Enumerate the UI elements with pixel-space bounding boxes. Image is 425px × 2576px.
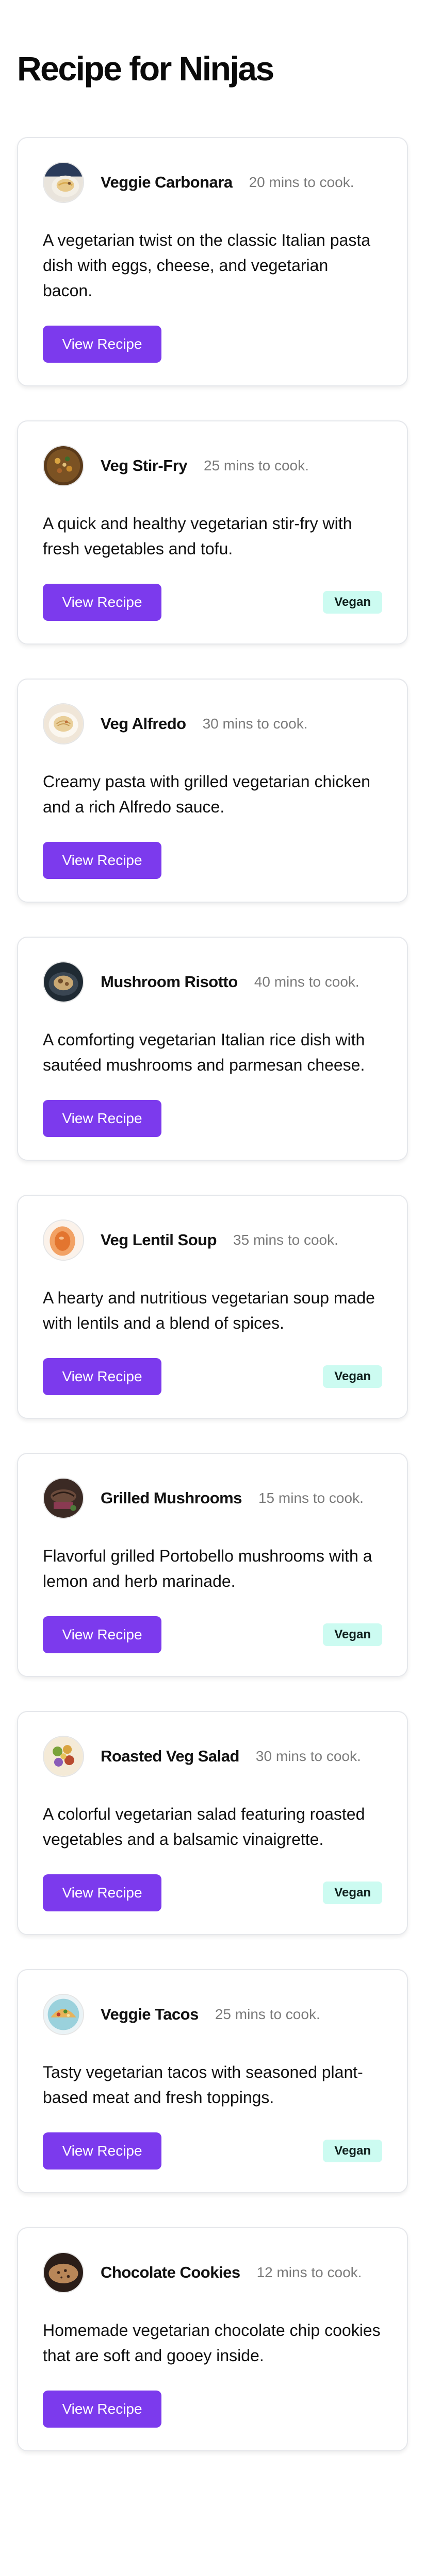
cook-time: 25 mins to cook. bbox=[215, 2006, 320, 2022]
recipe-card-footer: View Recipe bbox=[43, 1100, 382, 1137]
recipe-thumbnail bbox=[43, 162, 84, 203]
recipe-name: Grilled Mushrooms bbox=[101, 1489, 242, 1507]
vegan-badge: Vegan bbox=[323, 1882, 382, 1904]
recipe-card-footer: View Recipe Vegan bbox=[43, 1874, 382, 1911]
recipe-name: Veg Stir-Fry bbox=[101, 456, 188, 474]
vegan-badge: Vegan bbox=[323, 591, 382, 614]
view-recipe-button[interactable]: View Recipe bbox=[43, 1616, 161, 1653]
recipe-thumbnail bbox=[43, 445, 84, 486]
cook-time: 20 mins to cook. bbox=[249, 174, 354, 190]
cook-time: 35 mins to cook. bbox=[233, 1232, 338, 1248]
cook-time: 12 mins to cook. bbox=[256, 2264, 362, 2280]
view-recipe-button[interactable]: View Recipe bbox=[43, 2132, 161, 2170]
cook-time: 25 mins to cook. bbox=[204, 457, 309, 473]
recipe-description: A hearty and nutritious vegetarian soup … bbox=[43, 1289, 375, 1332]
recipe-description: A quick and healthy vegetarian stir-fry … bbox=[43, 514, 352, 558]
view-recipe-button[interactable]: View Recipe bbox=[43, 1100, 161, 1137]
recipe-thumbnail bbox=[43, 2252, 84, 2293]
recipe-name: Veg Alfredo bbox=[101, 715, 186, 733]
recipe-name: Veggie Carbonara bbox=[101, 173, 233, 191]
recipe-description: Creamy pasta with grilled vegetarian chi… bbox=[43, 772, 370, 816]
recipe-card: Veg Stir-Fry 25 mins to cook. A quick an… bbox=[17, 420, 408, 645]
recipe-page: Recipe for Ninjas Veggie Carbonara 20 mi… bbox=[0, 0, 425, 2496]
recipe-card-header: Roasted Veg Salad 30 mins to cook. bbox=[43, 1736, 382, 1777]
recipe-card-header: Veg Lentil Soup 35 mins to cook. bbox=[43, 1219, 382, 1261]
recipe-card-header: Veggie Carbonara 20 mins to cook. bbox=[43, 162, 382, 203]
recipe-card: Veggie Carbonara 20 mins to cook. A vege… bbox=[17, 137, 408, 386]
recipe-card-header: Chocolate Cookies 12 mins to cook. bbox=[43, 2252, 382, 2293]
view-recipe-button[interactable]: View Recipe bbox=[43, 842, 161, 879]
recipe-card-footer: View Recipe Vegan bbox=[43, 1616, 382, 1653]
recipe-card: Chocolate Cookies 12 mins to cook. Homem… bbox=[17, 2227, 408, 2451]
recipe-description: Homemade vegetarian chocolate chip cooki… bbox=[43, 2321, 381, 2365]
recipe-name: Veg Lentil Soup bbox=[101, 1231, 217, 1249]
view-recipe-button[interactable]: View Recipe bbox=[43, 584, 161, 621]
recipe-name: Veggie Tacos bbox=[101, 2005, 199, 2023]
recipe-card-footer: View Recipe Vegan bbox=[43, 2132, 382, 2170]
view-recipe-button[interactable]: View Recipe bbox=[43, 1874, 161, 1911]
recipe-card: Veggie Tacos 25 mins to cook. Tasty vege… bbox=[17, 1969, 408, 2193]
recipe-card-header: Mushroom Risotto 40 mins to cook. bbox=[43, 961, 382, 1003]
recipe-thumbnail bbox=[43, 703, 84, 744]
recipe-description: A comforting vegetarian Italian rice dis… bbox=[43, 1030, 365, 1074]
recipe-description: Tasty vegetarian tacos with seasoned pla… bbox=[43, 2063, 363, 2107]
recipe-description: Flavorful grilled Portobello mushrooms w… bbox=[43, 1547, 372, 1590]
view-recipe-button[interactable]: View Recipe bbox=[43, 1358, 161, 1395]
recipe-card: Veg Alfredo 30 mins to cook. Creamy past… bbox=[17, 679, 408, 903]
cook-time: 30 mins to cook. bbox=[255, 1748, 361, 1764]
vegan-badge: Vegan bbox=[323, 1623, 382, 1646]
recipe-thumbnail bbox=[43, 1219, 84, 1261]
recipe-card-footer: View Recipe Vegan bbox=[43, 1358, 382, 1395]
vegan-badge: Vegan bbox=[323, 2140, 382, 2162]
recipe-thumbnail bbox=[43, 1478, 84, 1519]
recipe-card-header: Veg Stir-Fry 25 mins to cook. bbox=[43, 445, 382, 486]
recipe-card-footer: View Recipe Vegan bbox=[43, 584, 382, 621]
cook-time: 30 mins to cook. bbox=[202, 716, 308, 732]
recipe-description: A colorful vegetarian salad featuring ro… bbox=[43, 1805, 365, 1849]
recipe-card-footer: View Recipe bbox=[43, 842, 382, 879]
vegan-badge: Vegan bbox=[323, 1365, 382, 1388]
cook-time: 15 mins to cook. bbox=[258, 1490, 364, 1506]
recipe-name: Roasted Veg Salad bbox=[101, 1747, 239, 1765]
cook-time: 40 mins to cook. bbox=[254, 974, 359, 990]
recipe-card: Veg Lentil Soup 35 mins to cook. A heart… bbox=[17, 1195, 408, 1419]
recipe-name: Mushroom Risotto bbox=[101, 973, 238, 991]
recipe-card-footer: View Recipe bbox=[43, 2391, 382, 2428]
view-recipe-button[interactable]: View Recipe bbox=[43, 326, 161, 363]
recipe-card: Mushroom Risotto 40 mins to cook. A comf… bbox=[17, 937, 408, 1161]
recipe-card-header: Veg Alfredo 30 mins to cook. bbox=[43, 703, 382, 744]
recipe-card: Roasted Veg Salad 30 mins to cook. A col… bbox=[17, 1711, 408, 1935]
recipe-card-header: Veggie Tacos 25 mins to cook. bbox=[43, 1994, 382, 2035]
recipe-card-footer: View Recipe bbox=[43, 326, 382, 363]
recipe-list: Veggie Carbonara 20 mins to cook. A vege… bbox=[17, 137, 408, 2451]
page-title: Recipe for Ninjas bbox=[17, 49, 274, 88]
recipe-card: Grilled Mushrooms 15 mins to cook. Flavo… bbox=[17, 1453, 408, 1677]
recipe-thumbnail bbox=[43, 1736, 84, 1777]
recipe-name: Chocolate Cookies bbox=[101, 2263, 240, 2281]
view-recipe-button[interactable]: View Recipe bbox=[43, 2391, 161, 2428]
recipe-thumbnail bbox=[43, 1994, 84, 2035]
recipe-thumbnail bbox=[43, 961, 84, 1003]
recipe-card-header: Grilled Mushrooms 15 mins to cook. bbox=[43, 1478, 382, 1519]
recipe-description: A vegetarian twist on the classic Italia… bbox=[43, 231, 371, 300]
